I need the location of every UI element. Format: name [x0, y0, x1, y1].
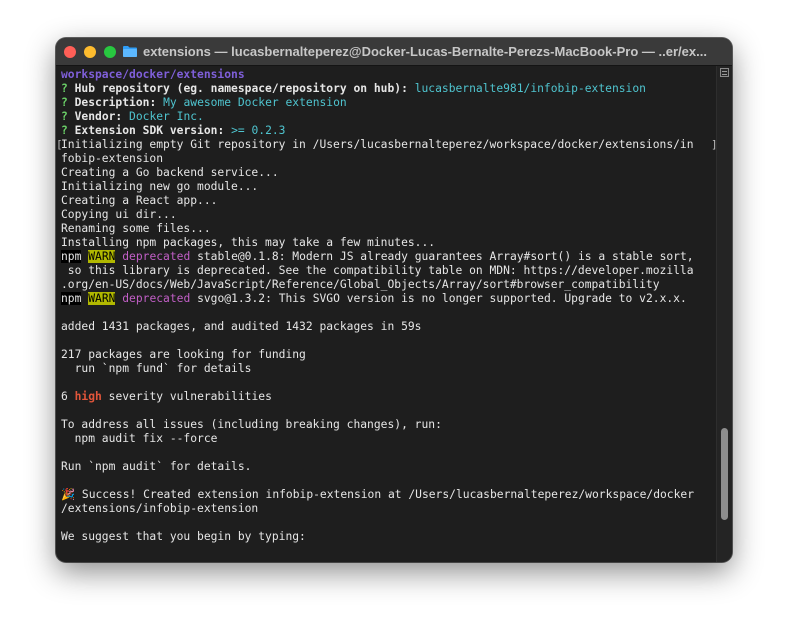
zoom-button[interactable]	[104, 46, 116, 58]
output-line: Creating a React app...	[61, 194, 218, 207]
output-line: so this library is deprecated. See the c…	[61, 264, 694, 277]
working-directory: workspace/docker/extensions	[61, 68, 245, 81]
folder-icon	[123, 46, 137, 57]
output-line: npm audit fix --force	[61, 432, 218, 445]
output-line: Run `npm audit` for details.	[61, 460, 252, 473]
terminal-output[interactable]: [ ] workspace/docker/extensions ? Hub re…	[56, 66, 716, 562]
minimize-button[interactable]	[84, 46, 96, 58]
close-button[interactable]	[64, 46, 76, 58]
scrollbar-button-icon[interactable]	[720, 68, 729, 77]
party-popper-icon: 🎉	[61, 488, 76, 501]
success-message: 🎉 Success! Created extension infobip-ext…	[61, 488, 695, 501]
output-line: Copying ui dir...	[61, 208, 177, 221]
question-vendor: ? Vendor: Docker Inc.	[61, 110, 204, 123]
output-line: We suggest that you begin by typing:	[61, 530, 306, 543]
output-line: fobip-extension	[61, 152, 164, 165]
question-sdk-version: ? Extension SDK version: >= 0.2.3	[61, 124, 286, 137]
npm-warning-stable: npm WARN deprecated stable@0.1.8: Modern…	[61, 250, 694, 263]
output-line: Initializing new go module...	[61, 180, 259, 193]
question-hub-repository: ? Hub repository (eg. namespace/reposito…	[61, 82, 646, 95]
scrollbar-thumb[interactable]	[721, 428, 728, 520]
window-title: extensions — lucasbernalteperez@Docker-L…	[143, 44, 707, 59]
vulnerability-summary: 6 high severity vulnerabilities	[61, 390, 272, 403]
output-line: Initializing empty Git repository in /Us…	[61, 138, 694, 151]
output-line: To address all issues (including breakin…	[61, 418, 442, 431]
question-description: ? Description: My awesome Docker extensi…	[61, 96, 347, 109]
output-line: /extensions/infobip-extension	[61, 502, 259, 515]
output-line: Renaming some files...	[61, 222, 211, 235]
title-bar[interactable]: extensions — lucasbernalteperez@Docker-L…	[56, 38, 732, 66]
output-line: Creating a Go backend service...	[61, 166, 279, 179]
output-line: run `npm fund` for details	[61, 362, 252, 375]
output-line: 217 packages are looking for funding	[61, 348, 306, 361]
terminal-window: extensions — lucasbernalteperez@Docker-L…	[56, 38, 732, 562]
npm-warning-svgo: npm WARN deprecated svgo@1.3.2: This SVG…	[61, 292, 687, 305]
output-line: Installing npm packages, this may take a…	[61, 236, 436, 249]
output-line: .org/en-US/docs/Web/JavaScript/Reference…	[61, 278, 660, 291]
vertical-scrollbar[interactable]	[716, 66, 732, 562]
output-line: added 1431 packages, and audited 1432 pa…	[61, 320, 422, 333]
